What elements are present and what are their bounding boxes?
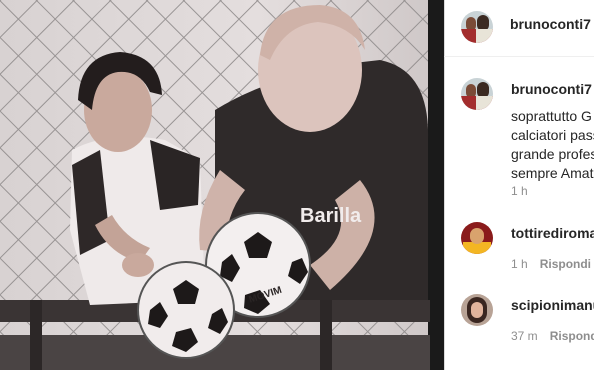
comment-timestamp[interactable]: 1 h [511, 257, 528, 271]
post-photo[interactable]: Barilla MOVIM [0, 0, 444, 370]
comment-username[interactable]: tottirediroma [511, 225, 594, 241]
reply-button[interactable]: Rispondi [540, 257, 591, 271]
shirt-brand-text: Barilla [300, 205, 362, 227]
caption-line: calciatori pass [511, 127, 594, 143]
comment-username[interactable]: scipionimanu [511, 297, 594, 313]
post-caption: soprattutto G calciatori pass grande pro… [511, 107, 594, 183]
caption-line: grande profes [511, 146, 594, 162]
caption-line: soprattutto G [511, 108, 592, 124]
post-sidebar: brunoconti7 brunoconti7 soprattutto G ca… [444, 0, 594, 370]
caption-line: sempre Amat [511, 165, 594, 181]
comment-avatar[interactable] [461, 294, 493, 326]
comment-meta: 37 m Rispondi [511, 329, 594, 343]
comment-meta: 1 h Rispondi [511, 257, 591, 271]
author-username[interactable]: brunoconti7 [510, 16, 591, 32]
reply-button[interactable]: Rispondi [550, 329, 594, 343]
post-header: brunoconti7 [444, 0, 594, 57]
author-avatar[interactable] [461, 11, 493, 43]
comment-avatar[interactable] [461, 222, 493, 254]
caption-author-avatar[interactable] [461, 78, 493, 110]
caption-author-username[interactable]: brunoconti7 [511, 81, 592, 97]
caption-timestamp[interactable]: 1 h [511, 184, 528, 198]
comment-timestamp[interactable]: 37 m [511, 329, 538, 343]
